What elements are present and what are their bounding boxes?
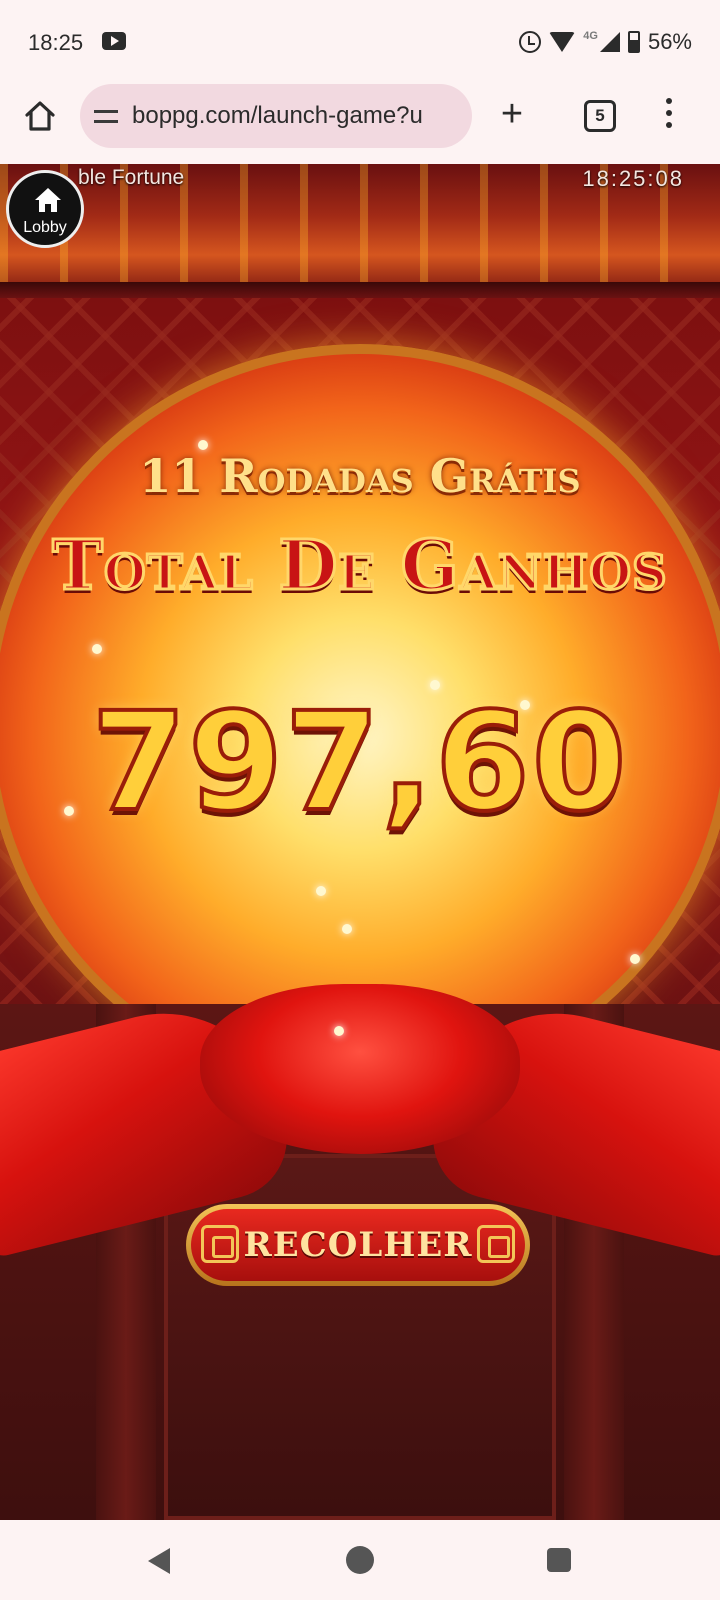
free-spins-heading: 11 Rodadas Grátis	[139, 449, 581, 503]
battery-icon	[627, 31, 640, 53]
lobby-button[interactable]: Lobby	[6, 170, 84, 248]
game-clock: 18:25:08	[582, 166, 684, 191]
home-icon[interactable]	[22, 98, 58, 134]
tab-switcher-icon[interactable]: 5	[584, 100, 616, 132]
game-title: ble Fortune	[78, 166, 185, 189]
new-tab-icon[interactable]: +	[492, 95, 532, 136]
url-text[interactable]: boppg.com/launch-game?u	[132, 102, 423, 130]
red-silk-bow	[200, 984, 520, 1154]
sparkle	[342, 924, 352, 934]
site-settings-icon[interactable]	[94, 105, 120, 127]
house-icon	[35, 188, 61, 212]
knot-ornament-icon	[477, 1225, 515, 1263]
more-menu-icon[interactable]	[664, 98, 674, 134]
collect-button[interactable]: RECOLHER	[186, 1204, 530, 1286]
wooden-beam-decoration	[0, 282, 720, 298]
collect-button-face: RECOLHER	[191, 1209, 525, 1281]
wifi-icon	[549, 32, 576, 52]
youtube-icon	[102, 32, 126, 50]
total-winnings-amount: 797,60	[90, 682, 629, 844]
back-icon[interactable]	[148, 1548, 170, 1574]
browser-toolbar: boppg.com/launch-game?u + 5	[0, 84, 720, 164]
signal-icon	[599, 32, 620, 52]
sparkle	[316, 886, 326, 896]
recents-icon[interactable]	[547, 1548, 571, 1572]
status-bar: 18:25 4G 56%	[0, 0, 720, 84]
battery-percent: 56%	[647, 29, 692, 54]
alarm-icon	[519, 31, 542, 53]
system-navigation-bar	[0, 1520, 720, 1600]
game-canvas[interactable]: Lobby ble Fortune 18:25:08 11 Rodadas Gr…	[0, 164, 720, 1520]
lobby-label: Lobby	[23, 219, 67, 236]
knot-ornament-icon	[201, 1225, 239, 1263]
sparkle	[334, 1026, 344, 1036]
total-winnings-heading: Total De Ganhos	[51, 525, 668, 608]
home-circle-icon[interactable]	[346, 1546, 374, 1574]
sparkle	[92, 644, 102, 654]
network-type-label: 4G	[583, 30, 598, 42]
status-time: 18:25	[28, 30, 84, 55]
sparkle	[630, 954, 640, 964]
collect-button-label: RECOLHER	[243, 1225, 473, 1265]
status-icons: 4G 56%	[519, 28, 692, 56]
address-bar[interactable]: boppg.com/launch-game?u	[80, 84, 472, 148]
